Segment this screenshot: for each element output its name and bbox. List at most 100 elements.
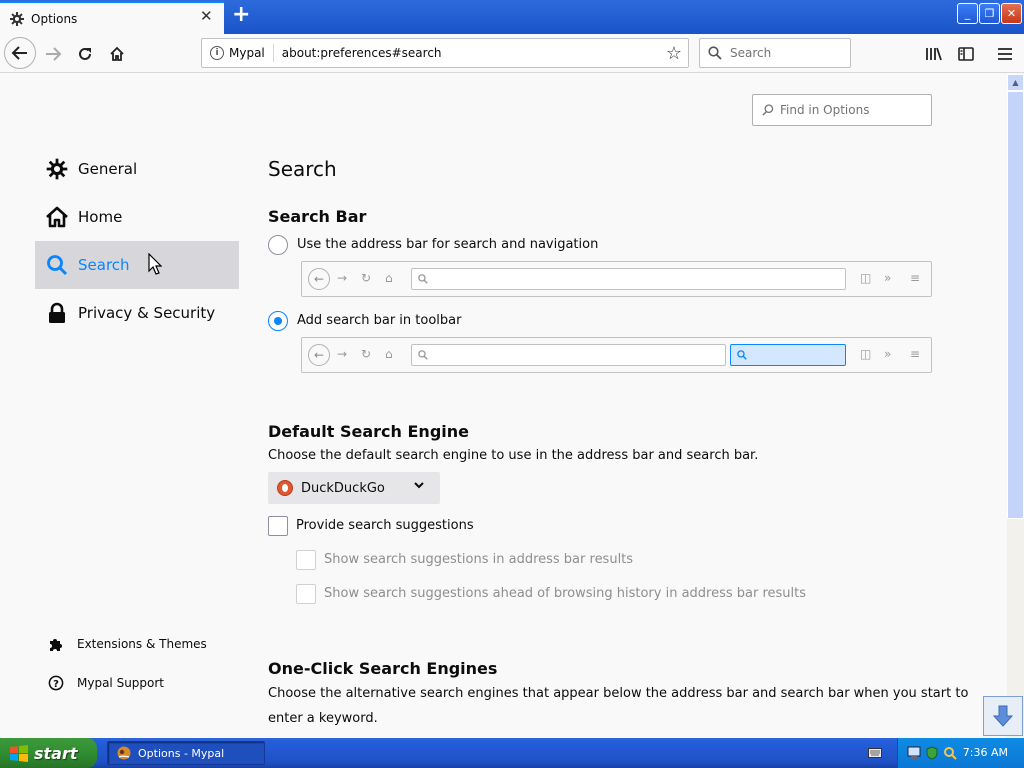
sidebar-icon: ◫	[860, 271, 872, 285]
show-in-address-bar-checkbox[interactable]	[296, 550, 316, 570]
search-icon[interactable]	[943, 746, 957, 760]
bookmark-star-icon[interactable]: ☆	[666, 43, 682, 64]
new-tab-button[interactable]: +	[232, 4, 250, 26]
search-icon	[708, 46, 722, 60]
sidebar-footer-label: Mypal Support	[77, 676, 165, 690]
back-arrow-icon: ←	[308, 268, 330, 290]
sidebar-item-label: General	[78, 160, 138, 178]
downloads-button[interactable]	[983, 696, 1023, 736]
search-placeholder: Search	[730, 46, 772, 60]
keyboard-icon[interactable]	[868, 747, 882, 759]
sidebar-footer-extensions[interactable]: Extensions & Themes	[48, 636, 207, 652]
sidebar-item-label: Home	[78, 208, 123, 226]
home-icon	[45, 205, 69, 229]
gear-icon	[45, 157, 69, 181]
svg-text:?: ?	[53, 679, 59, 690]
back-button[interactable]	[4, 37, 36, 69]
home-icon	[110, 46, 124, 61]
address-bar-search-label[interactable]: Use the address bar for search and navig…	[297, 237, 598, 252]
search-icon	[418, 350, 428, 360]
reload-button[interactable]	[70, 39, 100, 69]
taskbar-clock[interactable]: 7:36 AM	[963, 746, 1008, 759]
lock-icon	[45, 301, 69, 325]
toolbar-search-radio[interactable]	[268, 311, 288, 331]
search-icon	[762, 104, 774, 116]
find-placeholder: Find in Options	[780, 103, 870, 117]
restore-button[interactable]: ❐	[979, 3, 1000, 24]
tab-title: Options	[31, 11, 78, 26]
sidebar-toggle-button[interactable]	[951, 39, 981, 69]
overflow-chevron-icon: »	[884, 271, 892, 285]
duckduckgo-icon	[277, 480, 293, 496]
find-in-options-input[interactable]: Find in Options	[752, 94, 932, 126]
close-window-button[interactable]: ✕	[1001, 3, 1022, 24]
address-bar-preview: ← → ↻ ⌂ ◫ » ≡	[301, 261, 932, 297]
sidebar-item-privacy-security[interactable]: Privacy & Security	[35, 289, 239, 337]
tab-strip: Options ✕ + _ ❐ ✕	[0, 0, 1024, 34]
sidebar-item-label: Privacy & Security	[78, 304, 216, 322]
scrollbar-thumb[interactable]	[1007, 91, 1024, 519]
taskbar-item-mypal[interactable]: Options - Mypal	[107, 741, 265, 765]
tab-options[interactable]: Options ✕	[0, 1, 224, 34]
default-engine-dropdown[interactable]: DuckDuckGo	[268, 472, 440, 504]
one-click-description-line2: enter a keyword.	[268, 711, 378, 726]
default-engine-heading: Default Search Engine	[268, 422, 469, 441]
windows-logo-icon	[10, 745, 28, 762]
chevron-down-icon	[414, 482, 424, 489]
security-shield-icon[interactable]	[925, 746, 939, 760]
home-icon: ⌂	[385, 347, 393, 361]
sidebar-item-search[interactable]: Search	[35, 241, 239, 289]
system-tray: 7:36 AM	[897, 738, 1024, 768]
show-in-address-bar-label[interactable]: Show search suggestions in address bar r…	[324, 552, 633, 567]
reload-icon: ↻	[361, 347, 372, 361]
default-engine-description: Choose the default search engine to use …	[268, 448, 759, 463]
overflow-chevron-icon: »	[884, 347, 892, 361]
minimize-button[interactable]: _	[957, 3, 978, 24]
mouse-cursor-icon	[148, 253, 162, 275]
windows-taskbar: start Options - Mypal 7:36 AM	[0, 738, 1024, 768]
sidebar-item-home[interactable]: Home	[35, 193, 239, 241]
library-button[interactable]	[919, 39, 949, 69]
library-icon	[926, 47, 942, 61]
toolbar-search-preview: ← → ↻ ⌂ ◫ » ≡	[301, 337, 932, 373]
vertical-scrollbar[interactable]: ▲	[1007, 74, 1024, 738]
address-bar[interactable]: i Mypal about:preferences#search ☆	[201, 38, 689, 68]
reload-icon	[79, 47, 91, 60]
scroll-up-arrow-icon[interactable]: ▲	[1007, 74, 1024, 91]
help-icon: ?	[48, 675, 64, 691]
sidebar-item-label: Search	[78, 256, 130, 274]
sidebar-icon: ◫	[860, 347, 872, 361]
sidebar-footer-support[interactable]: ? Mypal Support	[48, 675, 164, 691]
provide-suggestions-label[interactable]: Provide search suggestions	[296, 518, 474, 533]
start-label: start	[34, 743, 78, 763]
preview-url-field	[411, 268, 846, 290]
reload-icon: ↻	[361, 271, 372, 285]
toolbar-search-label[interactable]: Add search bar in toolbar	[297, 313, 461, 328]
forward-button[interactable]	[38, 39, 68, 69]
url-text[interactable]: about:preferences#search	[282, 46, 666, 60]
toolbar-search-box[interactable]: Search	[699, 38, 851, 68]
address-bar-search-radio[interactable]	[268, 235, 288, 255]
start-button[interactable]: start	[0, 738, 97, 768]
mypal-app-icon	[117, 746, 131, 760]
hamburger-menu-icon: ≡	[910, 347, 921, 361]
taskbar-item-label: Options - Mypal	[138, 746, 225, 760]
network-icon[interactable]	[907, 746, 921, 760]
home-icon: ⌂	[385, 271, 393, 285]
show-ahead-of-history-label[interactable]: Show search suggestions ahead of browsin…	[324, 586, 806, 601]
back-arrow-icon: ←	[308, 344, 330, 366]
menu-button[interactable]	[990, 39, 1020, 69]
site-identity[interactable]: Mypal	[229, 44, 274, 62]
search-icon	[418, 274, 428, 284]
provide-suggestions-checkbox[interactable]	[268, 516, 288, 536]
sidebar-item-general[interactable]: General	[35, 145, 239, 193]
search-icon	[737, 350, 747, 360]
search-icon	[45, 253, 69, 277]
search-bar-heading: Search Bar	[268, 207, 367, 226]
window-controls: _ ❐ ✕	[957, 3, 1022, 24]
gear-icon	[10, 11, 24, 26]
info-icon[interactable]: i	[210, 46, 224, 60]
show-ahead-of-history-checkbox[interactable]	[296, 584, 316, 604]
home-button[interactable]	[102, 39, 132, 69]
tab-close-icon[interactable]: ✕	[200, 9, 214, 24]
